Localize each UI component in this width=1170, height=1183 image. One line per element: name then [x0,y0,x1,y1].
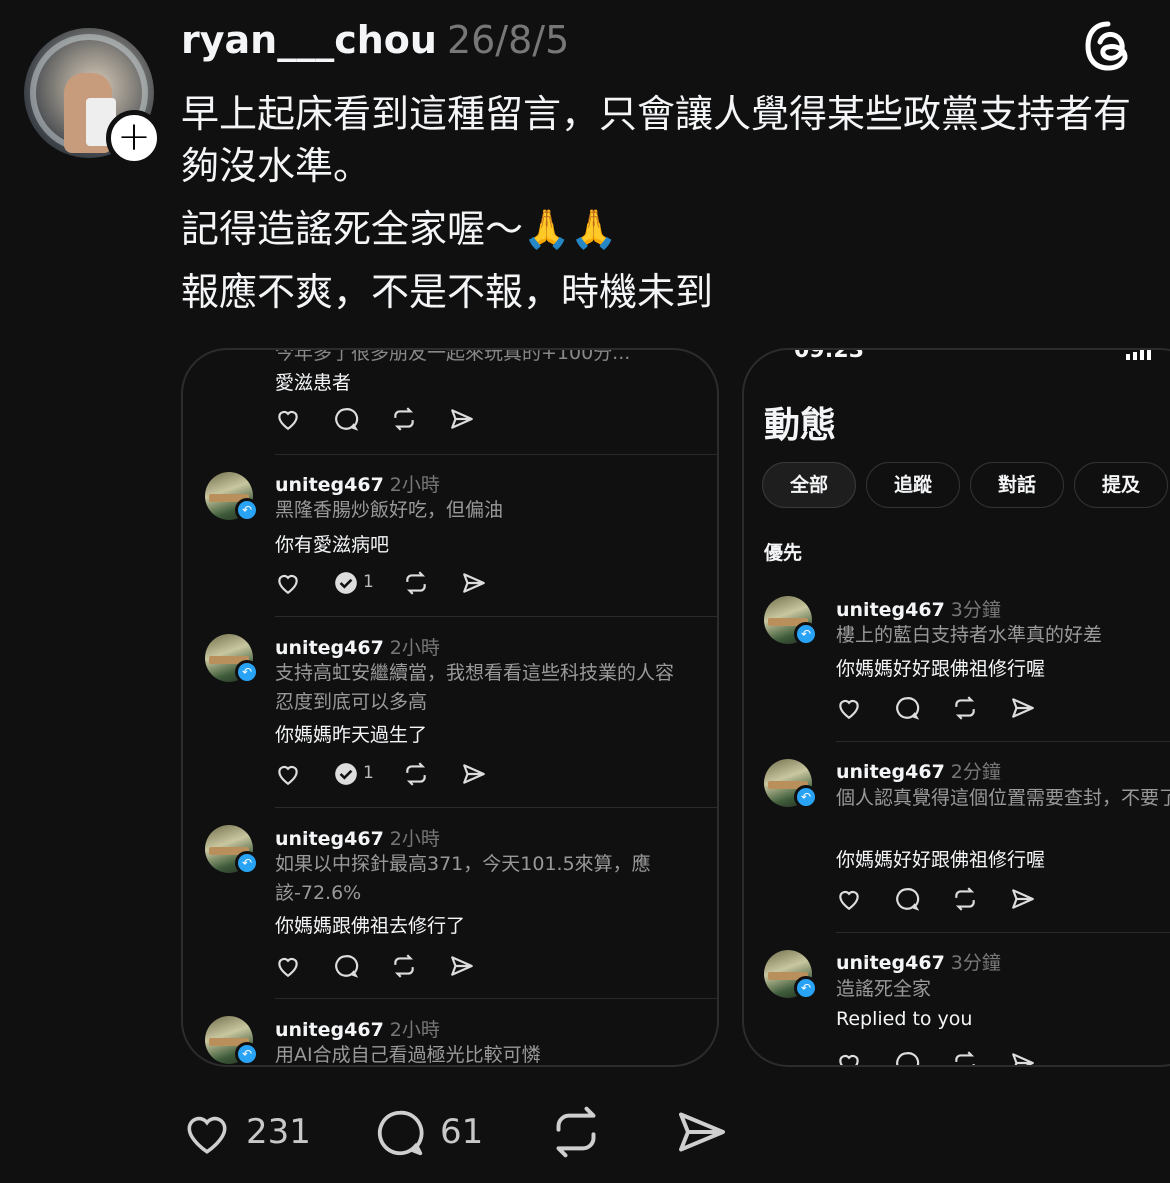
comment-username: uniteg467 3分鐘 [836,599,1001,621]
reply-badge-icon: ↶ [794,622,818,646]
reply-text: 愛滋患者 [275,372,352,394]
comment-icon[interactable] [894,1050,920,1067]
post-body: 早上起床看到這種留言，只會讓人覺得某些政黨支持者有夠沒水準。 記得造謠死全家喔～… [181,88,1141,329]
action-row: 1 [275,761,515,791]
quoted-text: 黑隆香腸炒飯好吃，但偏油 [275,499,504,521]
repost-icon[interactable] [391,953,417,979]
share-icon[interactable] [449,953,475,979]
reply-text: 你媽媽好好跟佛祖修行喔 [836,849,1046,871]
share-icon[interactable] [674,1104,730,1160]
post-date: 26/8/5 [446,18,570,62]
heart-icon[interactable] [836,695,862,721]
heart-icon[interactable] [275,406,301,432]
quoted-text: 樓上的藍白支持者水準真的好差 [836,624,1103,646]
reply-badge-icon: ↶ [794,785,818,809]
comment-username: uniteg467 2分鐘 [836,761,1001,783]
repost-icon[interactable] [952,695,978,721]
replied-comment-icon[interactable] [333,570,359,596]
repost-icon[interactable] [403,570,429,596]
action-row [836,1050,1056,1067]
status-bar-time: 09:23 [794,348,865,363]
reply-count: 61 [440,1112,484,1152]
reply-badge-icon: ↶ [794,976,818,1000]
chip-following[interactable]: 追蹤 [866,462,960,508]
share-icon[interactable] [461,570,487,596]
reply-count: 1 [363,763,374,783]
post-line-1: 早上起床看到這種留言，只會讓人覺得某些政黨支持者有夠沒水準。 [181,92,1132,188]
share-icon[interactable] [1010,695,1036,721]
reply-badge-icon: ↶ [235,1042,259,1065]
quoted-text: 用AI合成自己看過極光比較可憐 [275,1044,541,1066]
comment-username: uniteg467 3分鐘 [836,952,1001,974]
share-icon[interactable] [461,761,487,787]
reply-text: Replied to you [836,1008,973,1030]
repost-icon[interactable] [403,761,429,787]
action-row: 1 [275,570,515,600]
quoted-text: 個人認真覺得這個位置需要查封，不要了 [836,787,1170,809]
post-line-3: 報應不爽，不是不報，時機未到 [181,270,714,314]
repost-icon[interactable] [548,1104,604,1160]
reply-count: 1 [363,572,374,592]
heart-icon[interactable] [275,953,301,979]
attached-image-1[interactable]: 今年多了很多朋友一起來玩真的+100分... 愛滋患者 ↶ uniteg467 2… [181,348,719,1067]
action-row [836,886,1056,916]
heart-icon[interactable] [836,1050,862,1067]
quoted-text: 支持高虹安繼續當，我想看看這些科技業的人容忍度到底可以多高 [275,662,675,713]
follow-plus-icon[interactable]: + [106,110,162,166]
like-heart-icon[interactable] [180,1108,234,1158]
heart-icon[interactable] [836,886,862,912]
post-header: ryan___chou 26/8/5 [181,18,569,62]
share-icon[interactable] [1010,1050,1036,1067]
reply-text: 你媽媽昨天過生了 [275,724,428,746]
reply-badge-icon: ↶ [235,660,259,684]
comment-icon[interactable] [333,406,359,432]
repost-icon[interactable] [391,406,417,432]
like-count: 231 [246,1112,311,1152]
section-label: 優先 [764,542,803,564]
chip-mentions[interactable]: 提及 [1074,462,1168,508]
signal-icon [1126,350,1154,360]
repost-icon[interactable] [952,886,978,912]
comment-username: uniteg467 2小時 [275,474,440,496]
screen-title: 動態 [764,405,837,446]
comment-username: uniteg467 2小時 [275,828,440,850]
replied-comment-icon[interactable] [333,761,359,787]
share-icon[interactable] [1010,886,1036,912]
reply-text: 你有愛滋病吧 [275,534,390,556]
action-row [836,695,1056,725]
attached-image-2[interactable]: 09:23 動態 全部 追蹤 對話 提及 優先 ↶ uniteg467 3分鐘 樓… [742,348,1170,1067]
comment-username: uniteg467 2小時 [275,1019,440,1041]
heart-icon[interactable] [275,761,301,787]
quoted-text: 如果以中探針最高371，今天101.5來算，應該-72.6% [275,853,651,904]
comment-icon[interactable] [333,953,359,979]
comment-username: uniteg467 2小時 [275,637,440,659]
repost-icon[interactable] [952,1050,978,1067]
reply-text: 你媽媽跟佛祖去修行了 [275,915,466,937]
comment-icon[interactable] [894,695,920,721]
threads-logo-icon[interactable] [1080,18,1136,74]
reply-badge-icon: ↶ [235,851,259,875]
reply-badge-icon: ↶ [235,498,259,522]
action-row [275,406,495,436]
chip-all[interactable]: 全部 [762,462,856,508]
action-row [275,953,495,983]
quoted-text: 造謠死全家 [836,978,932,1000]
share-icon[interactable] [449,406,475,432]
heart-icon[interactable] [275,570,301,596]
post-line-2: 記得造謠死全家喔～🙏🙏 [181,207,618,251]
chip-conversations[interactable]: 對話 [970,462,1064,508]
comment-icon[interactable] [894,886,920,912]
reply-text: 你媽媽好好跟佛祖修行喔 [836,658,1046,680]
username[interactable]: ryan___chou [181,18,437,62]
clipped-text: 今年多了很多朋友一起來玩真的+100分... [275,348,631,364]
comment-icon[interactable] [373,1106,427,1160]
